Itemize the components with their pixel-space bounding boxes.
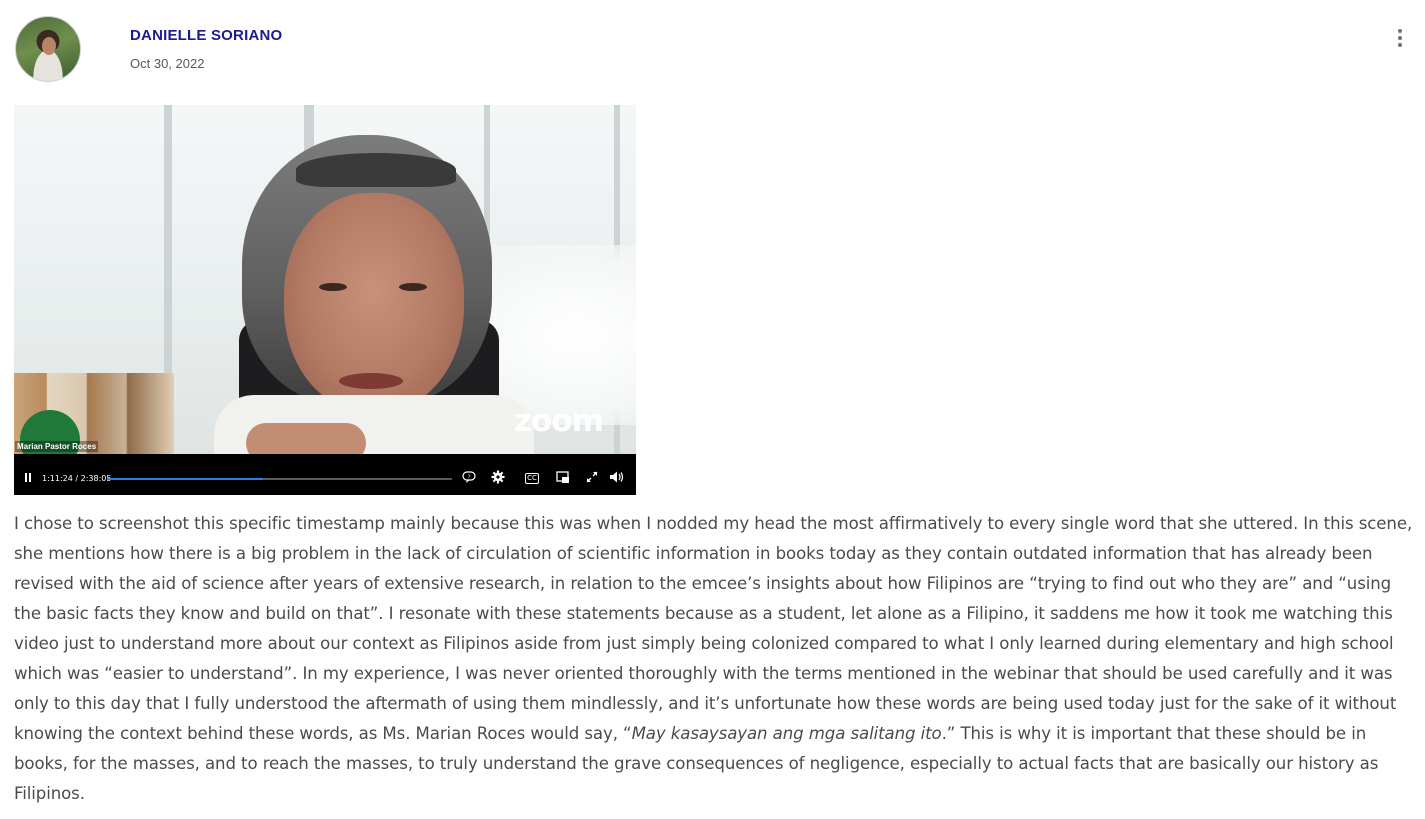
speaker-eye-right (399, 283, 427, 291)
speaker-hand (246, 423, 366, 454)
progress-fill (107, 478, 263, 480)
volume-icon[interactable] (609, 470, 625, 486)
fullscreen-icon[interactable] (584, 470, 600, 486)
zoom-watermark: zoom (514, 403, 604, 439)
video-controls: 1:11:24 / 2:38:05 ? CC (14, 454, 636, 495)
post-body-quote: May kasaysayan ang mga salitang ito (631, 724, 942, 743)
speaker-headband (296, 153, 456, 187)
progress-bar[interactable] (107, 478, 452, 480)
avatar[interactable] (15, 16, 81, 82)
svg-text:?: ? (468, 474, 471, 480)
closed-captions-icon[interactable]: CC (525, 473, 539, 484)
more-vertical-icon[interactable] (1392, 26, 1408, 50)
author-name[interactable]: DANIELLE SORIANO (130, 27, 282, 44)
post-body-text: I chose to screenshot this specific time… (14, 514, 1413, 743)
speaker-mouth (339, 373, 403, 389)
participant-name-tag: Marian Pastor Roces (15, 441, 99, 452)
post-body: I chose to screenshot this specific time… (14, 509, 1418, 809)
pause-icon[interactable] (24, 473, 32, 483)
video-time: 1:11:24 / 2:38:05 (42, 474, 112, 483)
video-player[interactable]: zoom Marian Pastor Roces 1:11:24 / 2:38:… (14, 105, 636, 495)
speaker-eye-left (319, 283, 347, 291)
discussion-post: DANIELLE SORIANO Oct 30, 2022 zoom Maria… (0, 0, 1425, 819)
transcript-icon[interactable]: ? (461, 470, 477, 486)
avatar-face (42, 37, 56, 55)
settings-icon[interactable] (490, 470, 506, 486)
post-date: Oct 30, 2022 (130, 56, 205, 71)
video-frame[interactable]: zoom Marian Pastor Roces (14, 105, 636, 454)
picture-in-picture-icon[interactable] (555, 470, 571, 486)
